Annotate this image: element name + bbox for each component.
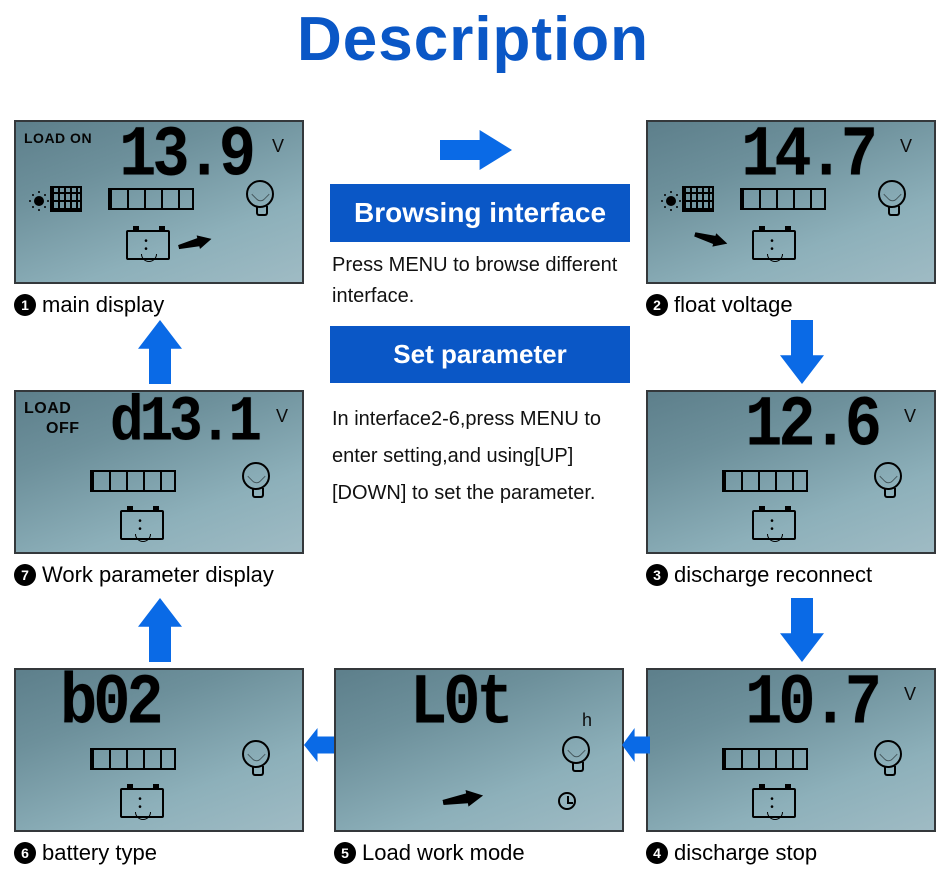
step-number: 2 [646,294,668,316]
flow-arrow-icon [693,228,730,251]
battery-icon [126,230,170,260]
battery-icon [120,510,164,540]
voltage-unit: V [900,136,912,157]
caption-text: Load work mode [362,840,525,866]
value: b02 [60,668,160,744]
bulb-icon [874,740,902,768]
caption-6: 6 battery type [14,840,304,866]
battery-icon [752,510,796,540]
clock-icon [558,792,576,810]
caption-text: discharge reconnect [674,562,872,588]
step-number: 7 [14,564,36,586]
voltage-value: d13.1 [110,390,258,459]
set-parameter-desc: In interface2-6,press MENU to enter sett… [330,383,630,526]
sun-icon [666,196,676,206]
lcd-battery-type: b02 [14,668,304,832]
screen-1: LOAD ON 13.9 V 1 main display [14,120,304,318]
lcd-main-display: LOAD ON 13.9 V [14,120,304,284]
screen-6: b02 6 battery type [14,668,304,866]
bulb-icon [562,736,590,764]
screen-4: 10.7 V 4 discharge stop [646,668,936,866]
sun-icon [34,196,44,206]
voltage-unit: V [272,136,284,157]
voltage-value: 13.9 [119,120,252,196]
battery-icon [752,788,796,818]
step-number: 6 [14,842,36,864]
off-label: OFF [46,420,80,438]
battery-icon [752,230,796,260]
arrow-down-icon [780,598,824,662]
battery-level-icon [108,188,194,210]
lcd-work-parameter: LOAD OFF d13.1 V [14,390,304,554]
voltage-value: 14.7 [741,120,874,196]
bulb-icon [242,462,270,490]
caption-1: 1 main display [14,292,304,318]
battery-level-icon [722,470,808,492]
caption-text: Work parameter display [42,562,274,588]
caption-text: float voltage [674,292,793,318]
battery-level-icon [90,470,176,492]
arrow-down-icon [780,320,824,384]
step-number: 5 [334,842,356,864]
voltage-value: 10.7 [745,668,878,744]
diagram-grid: LOAD ON 13.9 V 1 main display 14.7 V [0,110,946,890]
flow-arrow-icon [441,787,484,811]
battery-level-icon [740,188,826,210]
screen-2: 14.7 V 2 float voltage [646,120,936,318]
unit: h [582,710,592,731]
voltage-unit: V [276,406,288,427]
browsing-desc: Press MENU to browse different interface… [330,242,630,326]
value: L0t [410,668,510,744]
page-title: Description [0,0,946,75]
battery-level-icon [722,748,808,770]
bulb-icon [242,740,270,768]
voltage-value: 12.6 [745,390,878,466]
flow-arrow-icon [177,232,213,254]
lcd-discharge-reconnect: 12.6 V [646,390,936,554]
lcd-discharge-stop: 10.7 V [646,668,936,832]
battery-icon [120,788,164,818]
solar-panel-icon [682,186,714,212]
voltage-unit: V [904,406,916,427]
bulb-icon [874,462,902,490]
arrow-left-icon [304,728,334,762]
screen-3: 12.6 V 3 discharge reconnect [646,390,936,588]
caption-2: 2 float voltage [646,292,936,318]
set-parameter-heading: Set parameter [330,326,630,383]
caption-4: 4 discharge stop [646,840,936,866]
bulb-icon [246,180,274,208]
step-number: 1 [14,294,36,316]
caption-text: main display [42,292,164,318]
caption-text: battery type [42,840,157,866]
arrow-up-icon [138,598,182,662]
lcd-load-work-mode: L0t h [334,668,624,832]
bulb-icon [878,180,906,208]
center-instructions: Browsing interface Press MENU to browse … [330,110,630,526]
caption-text: discharge stop [674,840,817,866]
caption-7: 7 Work parameter display [14,562,304,588]
browsing-heading: Browsing interface [330,184,630,242]
load-label: LOAD [24,400,71,418]
arrow-right-icon [440,130,512,170]
arrow-up-icon [138,320,182,384]
screen-7: LOAD OFF d13.1 V 7 Work parameter displa… [14,390,304,588]
caption-3: 3 discharge reconnect [646,562,936,588]
step-number: 3 [646,564,668,586]
caption-5: 5 Load work mode [334,840,624,866]
battery-level-icon [90,748,176,770]
step-number: 4 [646,842,668,864]
lcd-float-voltage: 14.7 V [646,120,936,284]
solar-panel-icon [50,186,82,212]
screen-5: L0t h 5 Load work mode [334,668,624,866]
voltage-unit: V [904,684,916,705]
load-label: LOAD ON [24,130,92,146]
